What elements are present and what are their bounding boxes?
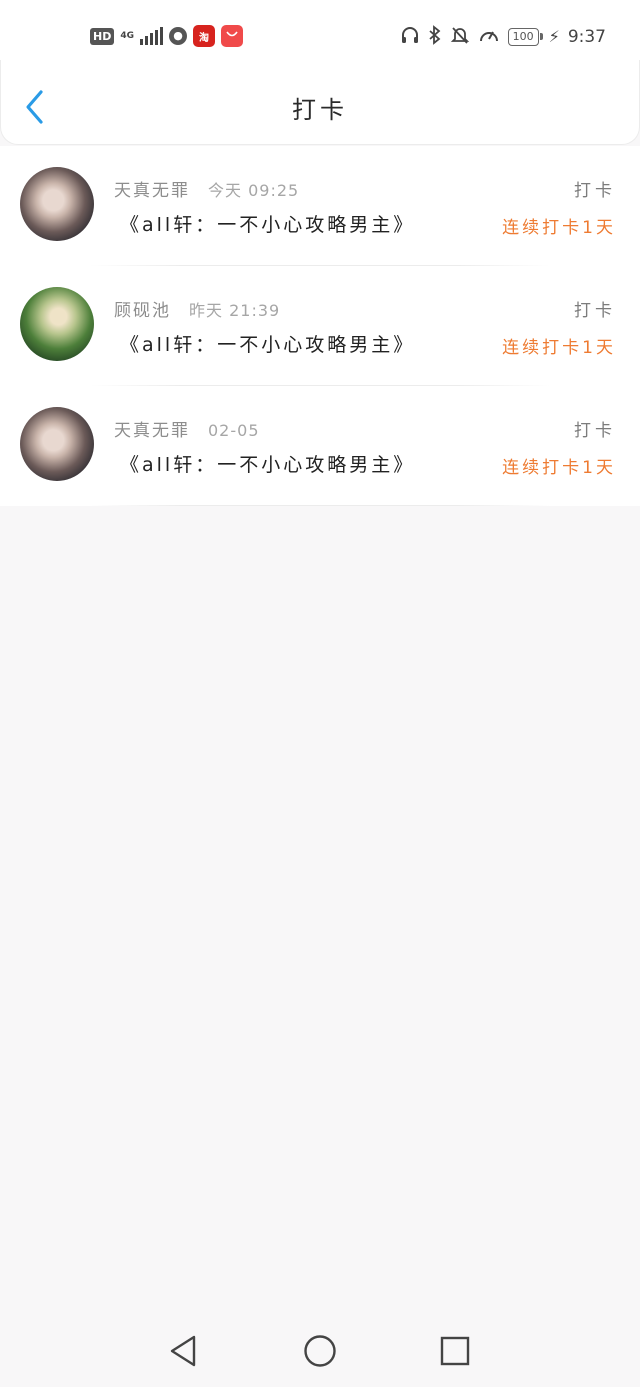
activity-type: 打卡 [574,181,616,201]
status-left-icons: HD 4G ● 淘 [90,25,243,47]
timestamp: 今天 09:25 [208,181,300,200]
back-triangle-icon [170,1335,196,1367]
avatar[interactable] [20,167,94,241]
book-title[interactable]: 《all轩：一不小心攻略男主》 [120,330,415,357]
network-label: 4G [120,30,134,41]
hd-icon: HD [90,27,115,45]
streak-label: 连续打卡1天 [502,458,616,478]
signal-icon [140,27,163,45]
taobao-icon: 淘 [193,25,215,47]
speed-icon [478,25,500,49]
globe-icon: ● [169,27,187,45]
header-bar: 打卡 [0,60,640,145]
timestamp: 昨天 21:39 [189,301,281,320]
page-title: 打卡 [292,96,348,124]
nav-home-button[interactable] [302,1333,338,1369]
list-item[interactable]: 天真无罪 今天 09:25 《all轩：一不小心攻略男主》 打卡 连续打卡1天 [0,146,640,266]
user-line: 顾砚池 昨天 21:39 [114,296,280,321]
activity-type: 打卡 [574,301,616,321]
user-name[interactable]: 顾砚池 [114,301,171,321]
bluetooth-icon [428,25,442,49]
book-title[interactable]: 《all轩：一不小心攻略男主》 [120,450,415,477]
network-type: 4G [120,30,134,41]
mute-bell-icon [450,25,470,49]
user-line: 天真无罪 02-05 [114,416,260,441]
recents-square-icon [440,1336,470,1366]
checkin-list: 天真无罪 今天 09:25 《all轩：一不小心攻略男主》 打卡 连续打卡1天 顾… [0,146,640,506]
avatar[interactable] [20,407,94,481]
list-item[interactable]: 顾砚池 昨天 21:39 《all轩：一不小心攻略男主》 打卡 连续打卡1天 [0,266,640,386]
list-item[interactable]: 天真无罪 02-05 《all轩：一不小心攻略男主》 打卡 连续打卡1天 [0,386,640,506]
nav-recents-button[interactable] [437,1333,473,1369]
avatar[interactable] [20,287,94,361]
streak-label: 连续打卡1天 [502,218,616,238]
status-right-icons: 100 ⚡ 9:37 [400,25,606,49]
book-title[interactable]: 《all轩：一不小心攻略男主》 [120,210,415,237]
streak-label: 连续打卡1天 [502,338,616,358]
divider [90,505,550,506]
battery-icon: 100 [507,28,543,46]
shop-icon [221,25,243,47]
home-circle-icon [304,1335,336,1367]
timestamp: 02-05 [208,421,260,440]
taobao-label: 淘 [199,32,209,44]
user-name[interactable]: 天真无罪 [114,181,190,201]
system-nav-bar [0,1315,640,1387]
activity-type: 打卡 [574,421,616,441]
charging-icon: ⚡ [548,27,560,46]
status-time: 9:37 [567,27,606,47]
headphones-icon [400,25,420,49]
user-line: 天真无罪 今天 09:25 [114,176,299,201]
nav-back-button[interactable] [166,1333,202,1369]
user-name[interactable]: 天真无罪 [114,421,190,441]
